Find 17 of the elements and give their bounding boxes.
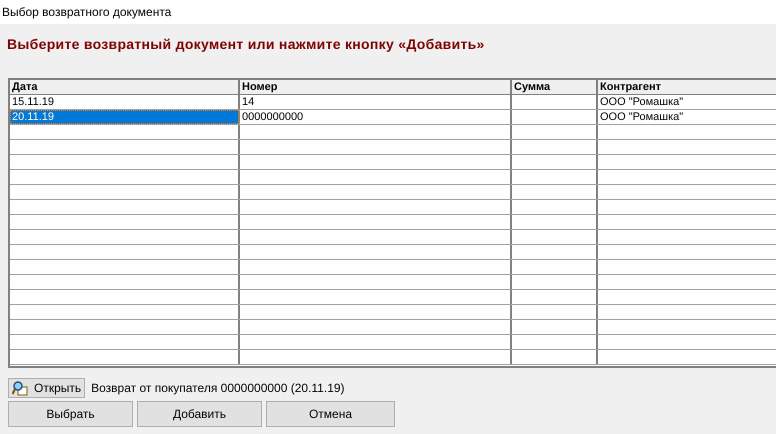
column-header[interactable]: Дата — [10, 80, 240, 94]
column-header[interactable]: Контрагент — [598, 80, 776, 94]
dialog-button[interactable]: Выбрать — [8, 401, 133, 427]
table-cell[interactable]: ООО "Ромашка" — [598, 95, 776, 109]
window-title: Выбор возвратного документа — [2, 4, 172, 21]
table-cell[interactable]: ООО "Ромашка" — [598, 110, 776, 124]
column-header[interactable]: Номер — [240, 80, 512, 94]
open-button[interactable]: Открыть — [8, 378, 86, 398]
dialog-button[interactable]: Отмена — [266, 401, 395, 427]
table-cell[interactable]: 14 — [240, 95, 512, 109]
table-cell[interactable]: 0000000000 — [240, 110, 512, 124]
dialog-button[interactable]: Добавить — [137, 401, 262, 427]
magnifier-icon — [12, 380, 28, 396]
table-cell[interactable]: 20.11.19 — [10, 110, 240, 124]
document-info: Возврат от покупателя 0000000000 (20.11.19) — [91, 380, 345, 397]
heading: Выберите возвратный документ или нажмите кнопку «Добавить» — [7, 34, 485, 54]
column-header[interactable]: Сумма — [512, 80, 598, 94]
